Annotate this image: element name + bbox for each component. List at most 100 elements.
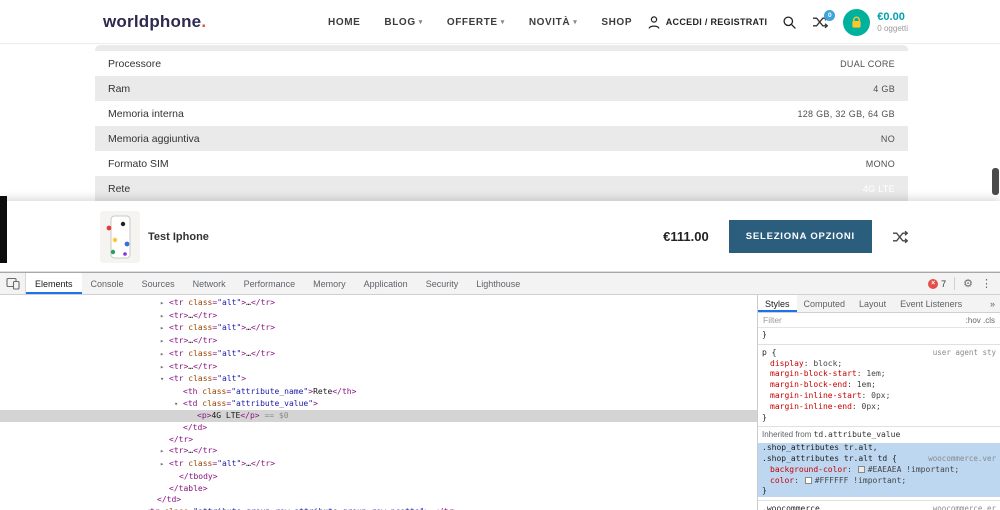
- code-token: <tr: [169, 298, 184, 307]
- pseudo-class-toggles[interactable]: :hov .cls: [966, 316, 1000, 325]
- nav-item-offerte[interactable]: OFFERTE ▾: [447, 17, 505, 28]
- dom-tree-node[interactable]: ▸ <tr>…</tr>: [0, 361, 757, 374]
- color-swatch[interactable]: [857, 465, 865, 473]
- cart-info: €0.00 0 oggetti: [877, 11, 908, 34]
- tabs-overflow-icon[interactable]: »: [990, 295, 1000, 312]
- nav-item-novità[interactable]: NOVITÀ ▾: [529, 17, 578, 28]
- devtools-tab-console[interactable]: Console: [82, 273, 133, 294]
- style-rule-line[interactable]: margin-block-end: 1em;: [758, 380, 1000, 391]
- device-toolbar-icon[interactable]: [0, 273, 26, 294]
- nav-item-home[interactable]: HOME: [328, 17, 360, 28]
- code-token: }: [762, 486, 767, 496]
- style-rule-line[interactable]: }: [758, 413, 1000, 424]
- dom-tree-node[interactable]: ▸<tr class="attribute_group_row attribut…: [0, 506, 757, 510]
- code-token: margin-block-end: [770, 380, 848, 390]
- dom-tree-node[interactable]: <p>4G LTE</p> == $0: [0, 410, 757, 423]
- dom-tree: ▸ <tr class="alt">…</tr> ▸ <tr>…</tr> ▸ <tr c…: [0, 295, 757, 510]
- console-errors-badge[interactable]: × 7: [928, 278, 946, 289]
- sticky-bar-actions: €111.00 SELEZIONA OPZIONI: [663, 201, 908, 272]
- kebab-menu-icon[interactable]: ⋮: [981, 277, 992, 290]
- collapse-arrow-icon[interactable]: ▸: [160, 323, 169, 335]
- stylesheet-link[interactable]: user agent sty: [933, 348, 996, 359]
- collapse-arrow-icon[interactable]: ▸: [160, 362, 169, 374]
- dom-tree-node[interactable]: <th class="attribute_name">Rete</th>: [0, 386, 757, 398]
- nav-item-blog[interactable]: BLOG ▾: [384, 17, 422, 28]
- inherited-node-link[interactable]: td.attribute_value: [814, 430, 901, 439]
- dom-tree-node[interactable]: ▸ <tr>…</tr>: [0, 310, 757, 323]
- code-token: </tbody>: [179, 471, 218, 481]
- dom-tree-node[interactable]: </tbody>: [0, 471, 757, 483]
- page-scrollbar-thumb[interactable]: [992, 168, 999, 195]
- cart-button[interactable]: €0.00 0 oggetti: [843, 8, 908, 36]
- style-rule-line[interactable]: background-color: #EAEAEA !important;: [758, 464, 1000, 476]
- style-rule-line[interactable]: user agent sty p {: [758, 348, 1000, 359]
- code-token: </tr>: [193, 336, 218, 346]
- code-token: </tr>: [250, 298, 276, 307]
- collapse-arrow-icon[interactable]: ▸: [160, 349, 169, 361]
- devtools-tab-security[interactable]: Security: [417, 273, 468, 294]
- style-rule-line[interactable]: color: #FFFFFF !important;: [758, 475, 1000, 487]
- style-rule-line[interactable]: margin-inline-end: 0px;: [758, 402, 1000, 413]
- collapse-arrow-icon[interactable]: ▸: [160, 298, 169, 310]
- style-rule-line[interactable]: .shop_attributes tr.alt,: [758, 443, 1000, 454]
- sidebar-tab-layout[interactable]: Layout: [852, 295, 893, 312]
- gear-icon[interactable]: ⚙: [963, 277, 973, 290]
- color-swatch[interactable]: [804, 476, 812, 484]
- devtools-tab-lighthouse[interactable]: Lighthouse: [467, 273, 529, 294]
- expand-arrow-icon[interactable]: ▾: [174, 399, 183, 411]
- style-rule-line[interactable]: margin-block-start: 1em;: [758, 369, 1000, 380]
- styles-filter-input[interactable]: [758, 315, 966, 325]
- devtools-tab-elements[interactable]: Elements: [26, 273, 82, 294]
- search-icon[interactable]: [782, 15, 797, 30]
- devtools-toolbar-right: × 7 ⚙ ⋮: [928, 273, 1000, 294]
- collapse-arrow-icon[interactable]: ▸: [160, 336, 169, 348]
- collapse-arrow-icon[interactable]: ▸: [160, 311, 169, 323]
- style-rule-line[interactable]: }: [758, 486, 1000, 498]
- devtools-tab-sources[interactable]: Sources: [133, 273, 184, 294]
- devtools-tab-performance[interactable]: Performance: [235, 273, 305, 294]
- expand-arrow-icon[interactable]: ▾: [160, 374, 169, 386]
- rule-separator: [758, 500, 1000, 502]
- stylesheet-link[interactable]: woocommerce.ver: [928, 454, 996, 465]
- style-rule-line[interactable]: margin-inline-start: 0px;: [758, 391, 1000, 402]
- site-logo[interactable]: worldphone.: [103, 0, 206, 44]
- dom-tree-node[interactable]: </td>: [0, 494, 757, 506]
- nav-item-label: OFFERTE: [446, 16, 498, 28]
- dom-tree-node[interactable]: ▸ <tr class="alt">…</tr>: [0, 297, 757, 310]
- product-thumbnail[interactable]: [100, 211, 140, 263]
- devtools-tab-network[interactable]: Network: [184, 273, 235, 294]
- dom-tree-node[interactable]: </table>: [0, 483, 757, 495]
- sidebar-tab-event-listeners[interactable]: Event Listeners: [893, 295, 969, 312]
- dom-tree-node[interactable]: ▾ <td class="attribute_value">: [0, 398, 757, 411]
- collapse-arrow-icon[interactable]: ▸: [160, 459, 169, 471]
- code-token: </p>: [240, 411, 260, 421]
- style-rule-line[interactable]: }: [758, 330, 1000, 341]
- user-icon: [647, 15, 661, 30]
- style-rule-line[interactable]: display: block;: [758, 359, 1000, 370]
- account-login-link[interactable]: ACCEDI / REGISTRATI: [647, 15, 768, 30]
- dom-tree-node[interactable]: ▸ <tr>…</tr>: [0, 335, 757, 348]
- style-rule-line[interactable]: woocommerce.ver .shop_attributes tr.alt t…: [758, 453, 1000, 465]
- compare-shuffle-icon[interactable]: [892, 230, 908, 244]
- attribute-name: Processore: [108, 57, 162, 70]
- dom-tree-node[interactable]: </td>: [0, 422, 757, 434]
- style-rule-line[interactable]: woocommerce.er .woocommerce: [758, 504, 1000, 510]
- collapse-arrow-icon[interactable]: ▸: [160, 446, 169, 458]
- stylesheet-link[interactable]: woocommerce.er: [933, 504, 996, 510]
- dom-tree-node[interactable]: ▸ <tr class="alt">…</tr>: [0, 348, 757, 361]
- code-token: </table>: [169, 483, 208, 493]
- code-token: </tr>: [169, 434, 194, 444]
- compare-button[interactable]: 0: [812, 10, 836, 29]
- dom-tree-node[interactable]: </tr>: [0, 434, 757, 446]
- attribute-row: Memoria interna 128 GB, 32 GB, 64 GB: [95, 101, 908, 126]
- dom-tree-node[interactable]: ▸ <tr class="alt">…</tr>: [0, 458, 757, 471]
- devtools-tab-application[interactable]: Application: [355, 273, 417, 294]
- nav-item-shop[interactable]: SHOP: [601, 17, 632, 28]
- sidebar-tab-computed[interactable]: Computed: [797, 295, 853, 312]
- dom-tree-node[interactable]: ▾ <tr class="alt">: [0, 373, 757, 386]
- select-options-button[interactable]: SELEZIONA OPZIONI: [728, 220, 872, 253]
- sidebar-tab-styles[interactable]: Styles: [758, 295, 797, 312]
- dom-tree-node[interactable]: ▸ <tr class="alt">…</tr>: [0, 322, 757, 335]
- dom-tree-node[interactable]: ▸ <tr>…</tr>: [0, 445, 757, 458]
- devtools-tab-memory[interactable]: Memory: [304, 273, 355, 294]
